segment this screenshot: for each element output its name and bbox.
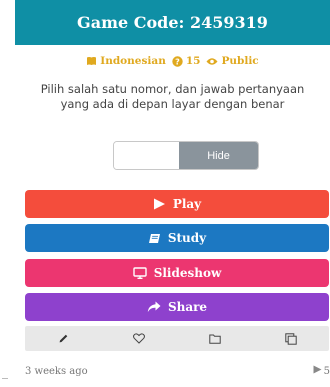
share-icon — [147, 301, 161, 313]
game-card: Game Code: 2459319 Indonesian ? 15 Publi… — [15, 0, 330, 387]
study-button[interactable]: Study — [25, 224, 329, 252]
hide-input[interactable] — [114, 142, 179, 169]
game-meta: Indonesian ? 15 Public — [15, 52, 330, 70]
play-button[interactable]: Play — [25, 190, 329, 218]
svg-text:?: ? — [175, 57, 180, 66]
share-button[interactable]: Share — [25, 293, 329, 321]
play-count-value: 5 — [323, 365, 330, 377]
eye-icon — [206, 57, 218, 66]
meta-language: Indonesian — [86, 55, 166, 67]
play-icon — [153, 198, 166, 210]
heart-icon[interactable] — [124, 328, 154, 350]
slideshow-label: Slideshow — [153, 266, 222, 280]
meta-visibility: Public — [206, 55, 259, 67]
study-label: Study — [167, 231, 207, 245]
play-count: 5 — [313, 365, 330, 377]
question-count-label: 15 — [185, 55, 201, 67]
game-code-title: Game Code: 2459319 — [77, 13, 268, 32]
hide-button[interactable]: Hide — [179, 142, 258, 169]
edge-mark — [2, 378, 8, 379]
monitor-icon — [132, 267, 147, 279]
copy-icon[interactable] — [276, 328, 306, 350]
pencil-icon[interactable] — [48, 328, 78, 350]
visibility-label: Public — [221, 55, 259, 67]
slideshow-button[interactable]: Slideshow — [25, 259, 329, 287]
hide-control: Hide — [113, 141, 259, 170]
language-label: Indonesian — [100, 55, 166, 67]
game-code-header: Game Code: 2459319 — [15, 0, 330, 45]
book-icon — [148, 233, 161, 244]
meta-question-count: ? 15 — [172, 55, 201, 67]
folder-icon[interactable] — [200, 328, 230, 350]
card-toolbar — [25, 326, 329, 351]
time-ago: 3 weeks ago — [25, 365, 88, 377]
play-count-icon — [313, 365, 322, 377]
share-label: Share — [167, 300, 208, 314]
play-label: Play — [172, 197, 202, 211]
book-icon — [86, 56, 97, 66]
question-icon: ? — [172, 55, 183, 67]
game-description: Pilih salah satu nomor, dan jawab pertan… — [40, 82, 305, 111]
card-footer: 3 weeks ago 5 — [25, 363, 330, 379]
